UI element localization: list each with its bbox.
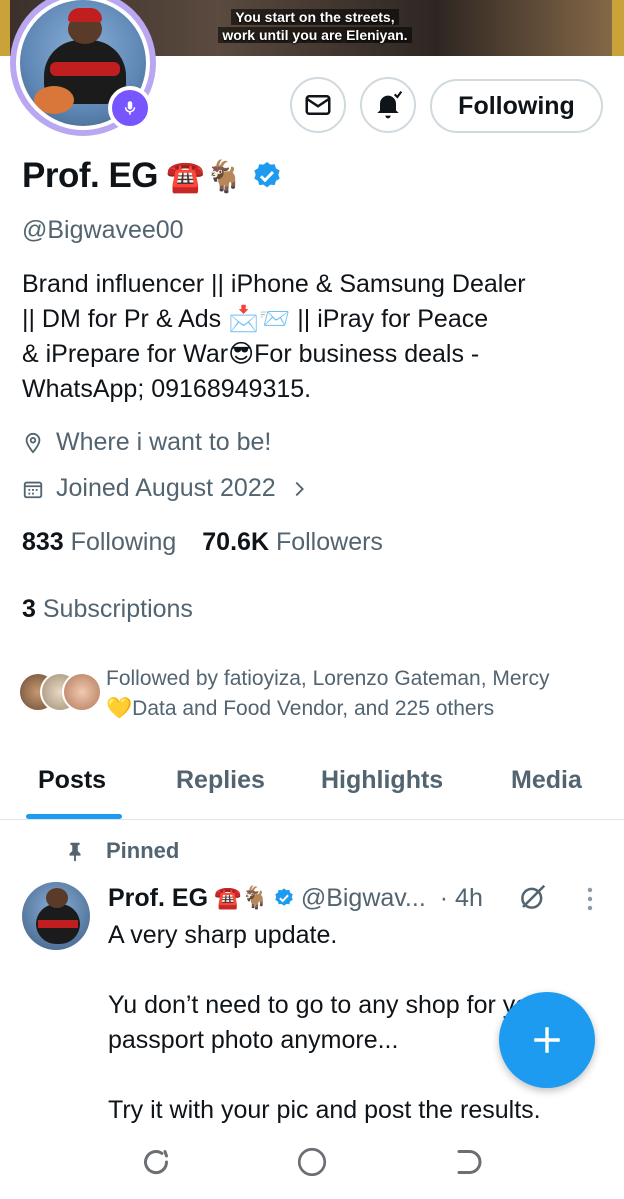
following-label: Following	[70, 528, 177, 556]
profile-location: Where i want to be!	[22, 428, 271, 457]
profile-handle: @Bigwavee00	[22, 216, 184, 244]
bell-icon	[377, 91, 403, 119]
post-author-handle: @Bigwav...	[300, 883, 426, 912]
home-icon[interactable]	[294, 1144, 330, 1180]
banner-frame-left	[0, 0, 10, 56]
bio-line: & iPrepare for War😎For business deals -	[22, 340, 480, 368]
followers-count: 70.6K	[202, 528, 269, 556]
avatar	[62, 672, 102, 712]
mail-icon	[305, 95, 331, 115]
system-nav-bar	[0, 1128, 624, 1199]
recents-icon[interactable]	[138, 1144, 174, 1180]
chevron-right-icon	[295, 481, 304, 496]
banner-frame-right	[612, 0, 624, 56]
profile-bio: Brand influencer || iPhone & Samsung Dea…	[22, 267, 582, 407]
followers-label: Followers	[275, 528, 383, 556]
bio-line: || DM for Pr & Ads 📩📨 || iPray for Peace	[22, 305, 489, 333]
verified-badge-icon	[275, 888, 293, 906]
subscriptions-label: Subscriptions	[42, 595, 193, 623]
following-button[interactable]: Following	[430, 79, 603, 133]
banner-caption: You start on the streets, work until you…	[200, 8, 430, 44]
followed-by-text: Followed by fatioyiza, Lorenzo Gateman, …	[106, 664, 606, 724]
followed-by-line1: Followed by fatioyiza, Lorenzo Gateman, …	[106, 667, 550, 690]
profile-joined[interactable]: Joined August 2022	[22, 474, 310, 503]
more-icon[interactable]	[582, 886, 598, 912]
profile-name-row: Prof. EG ☎️🐐	[22, 154, 283, 198]
banner-caption-line2: work until you are Eleniyan.	[218, 27, 412, 43]
followed-by[interactable]: Followed by fatioyiza, Lorenzo Gateman, …	[18, 664, 608, 726]
post-text-line	[108, 953, 608, 988]
post-text-line: A very sharp update.	[108, 921, 338, 949]
followed-by-line2: 💛Data and Food Vendor, and 225 others	[106, 697, 495, 720]
followers-stat[interactable]: 70.6K Followers	[202, 528, 383, 557]
tab-replies[interactable]: Replies	[176, 766, 265, 795]
pinned-label-row: Pinned	[64, 838, 179, 864]
subscriptions-stat[interactable]: 3 Subscriptions	[22, 595, 193, 624]
tab-indicator	[26, 814, 122, 819]
back-icon[interactable]	[450, 1144, 486, 1180]
subscriptions-count: 3	[22, 595, 36, 623]
avatar-figure-grill	[34, 86, 74, 114]
avatar-figure-cap	[68, 8, 102, 22]
pinned-label: Pinned	[106, 838, 180, 863]
calendar-icon	[23, 481, 43, 498]
avatar-figure-stripe	[50, 62, 120, 76]
profile-name-emoji: ☎️🐐	[166, 158, 244, 195]
compose-button[interactable]	[499, 992, 595, 1088]
profile-tabs: Posts Replies Highlights Media	[0, 748, 624, 820]
message-button[interactable]	[290, 77, 346, 133]
post-header: Prof. EG ☎️🐐 @Bigwav... · 4h	[108, 880, 608, 916]
tab-highlights[interactable]: Highlights	[321, 766, 443, 795]
pin-icon	[69, 842, 81, 862]
profile-stats: 833 Following 70.6K Followers	[22, 528, 383, 557]
voice-badge-icon[interactable]	[108, 86, 152, 130]
post-avatar-head	[46, 888, 68, 908]
tab-posts[interactable]: Posts	[38, 766, 106, 795]
post-author-avatar[interactable]	[22, 882, 90, 950]
joined-text: Joined August 2022	[56, 474, 276, 502]
bio-line: WhatsApp; 09168949315.	[22, 375, 312, 403]
bio-line: Brand influencer || iPhone & Samsung Dea…	[22, 270, 526, 298]
post-text-line: Try it with your pic and post the result…	[108, 1096, 541, 1124]
post-author-emoji: ☎️🐐	[214, 885, 269, 911]
post-author-name[interactable]: Prof. EG	[108, 884, 208, 913]
location-icon	[25, 432, 41, 454]
profile-name: Prof. EG	[22, 156, 159, 195]
verified-badge-icon[interactable]	[251, 160, 283, 192]
post-timestamp: · 4h	[439, 883, 483, 912]
following-stat[interactable]: 833 Following	[22, 528, 176, 557]
banner-caption-line1: You start on the streets,	[231, 9, 399, 25]
following-count: 833	[22, 528, 64, 556]
location-text: Where i want to be!	[56, 428, 272, 456]
microphone-icon	[124, 101, 136, 115]
plus-icon	[534, 1027, 560, 1053]
notifications-button[interactable]	[360, 77, 416, 133]
post-avatar-stripe	[38, 920, 78, 928]
followed-by-avatars	[18, 672, 102, 716]
grok-icon[interactable]	[518, 882, 548, 912]
tab-media[interactable]: Media	[511, 766, 582, 795]
